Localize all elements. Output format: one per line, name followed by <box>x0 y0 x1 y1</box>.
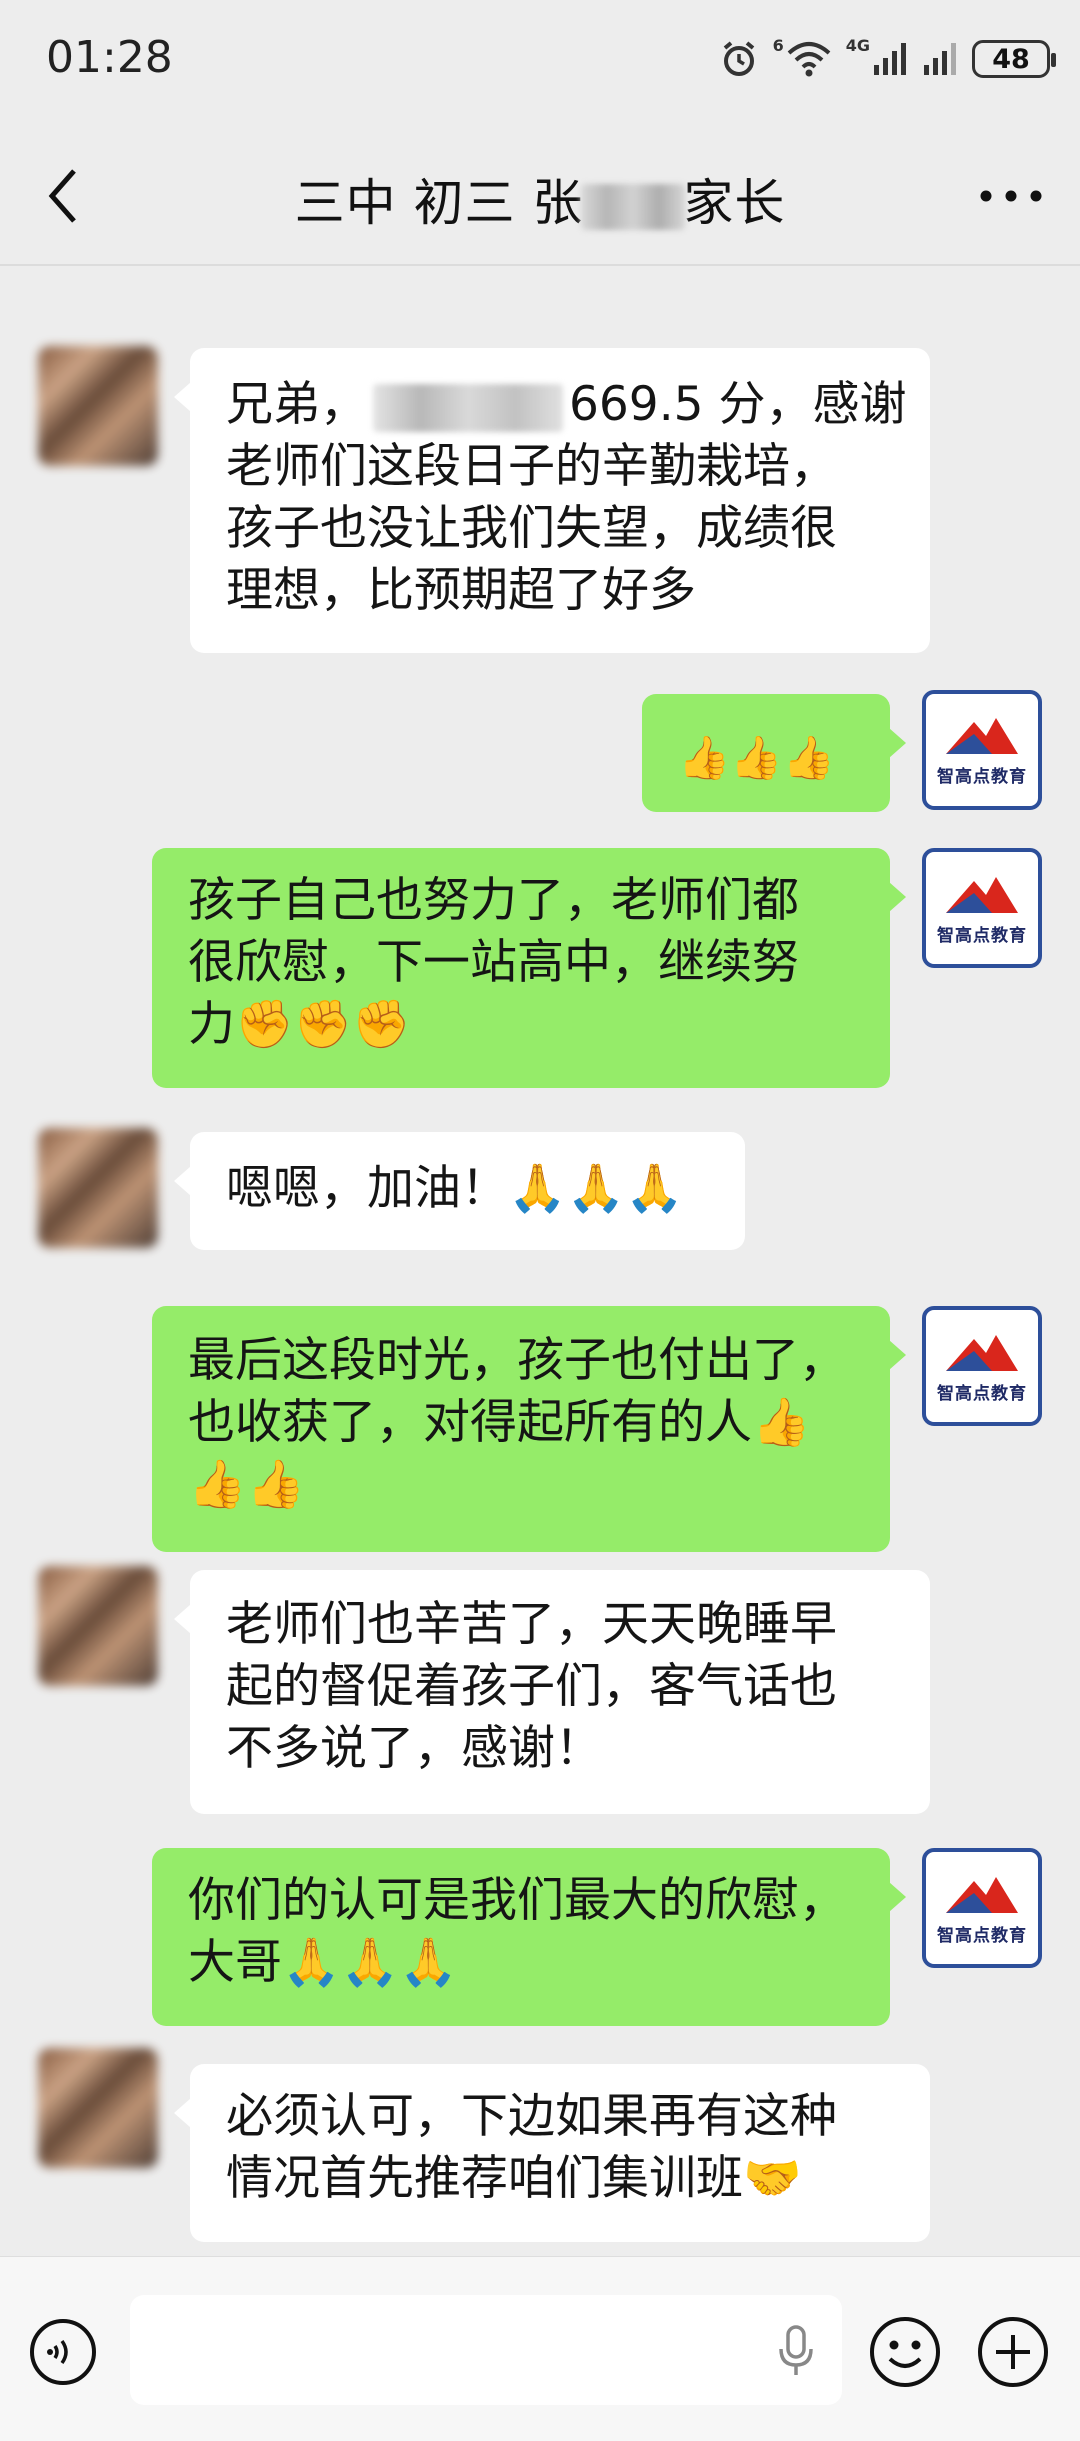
avatar-self[interactable]: 智高点教育 <box>922 1306 1042 1426</box>
plus-icon[interactable] <box>976 2315 1050 2389</box>
network-label: 4G <box>845 36 870 55</box>
logo-name: 智高点教育 <box>937 766 1027 787</box>
battery-indicator: 48 <box>972 40 1056 78</box>
message-row: 兄弟， 669.5 分，感谢 老师们这段日子的辛勤栽培， 孩子也没让我们失望，成绩… <box>0 266 1080 666</box>
message-line: 你们的认可是我们最大的欣慰， <box>188 1873 846 1928</box>
chat-title-prefix: 三中 初三 张 <box>294 174 584 232</box>
status-bar: 01:28 6 4G 48 <box>0 0 1080 125</box>
chat-title-suffix: 家长 <box>683 174 786 232</box>
input-bar <box>0 2256 1080 2441</box>
message-line: 最后这段时光，孩子也付出了， <box>188 1333 846 1388</box>
message-line: 孩子自己也努力了，老师们都 <box>188 873 799 928</box>
message-row: 嗯嗯，加油！🙏🙏🙏 <box>0 1128 1080 1268</box>
message-list[interactable]: 兄弟， 669.5 分，感谢 老师们这段日子的辛勤栽培， 孩子也没让我们失望，成绩… <box>0 266 1080 2256</box>
avatar-other[interactable] <box>38 1128 158 1248</box>
microphone-icon[interactable] <box>776 2323 816 2379</box>
message-line: 也收获了，对得起所有的人👍 <box>188 1395 811 1450</box>
message-line: 大哥🙏🙏🙏 <box>188 1935 458 1990</box>
alarm-icon <box>723 41 754 76</box>
wifi-icon <box>787 42 831 77</box>
message-line: 理想，比预期超了好多 <box>226 563 696 618</box>
message-row: 必须认可，下边如果再有这种 情况首先推荐咱们集训班🤝 <box>0 2048 1080 2248</box>
chevron-left-icon[interactable] <box>40 165 90 227</box>
redacted-name <box>373 383 563 432</box>
avatar-other[interactable] <box>38 2048 158 2168</box>
message-text: 669.5 分，感谢 <box>569 377 907 432</box>
message-bubble[interactable]: 兄弟， 669.5 分，感谢 老师们这段日子的辛勤栽培， 孩子也没让我们失望，成绩… <box>174 348 930 653</box>
avatar-self[interactable]: 智高点教育 <box>922 690 1042 810</box>
logo-mountain-icon <box>946 717 1018 754</box>
message-text: 兄弟， <box>226 377 367 432</box>
message-line: 嗯嗯，加油！🙏🙏🙏 <box>226 1161 684 1216</box>
message-bubble[interactable]: 孩子自己也努力了，老师们都 很欣慰，下一站高中，继续努 力✊✊✊ <box>152 848 906 1088</box>
status-time: 01:28 <box>46 32 173 83</box>
wifi-label: 6 <box>772 36 784 55</box>
emoji-icon[interactable] <box>868 2315 942 2389</box>
message-line: 起的督促着孩子们，客气话也 <box>226 1659 837 1714</box>
message-line: 力✊✊✊ <box>188 997 411 1052</box>
chat-header: 三中 初三 张 家长 <box>0 125 1080 267</box>
avatar-other[interactable] <box>38 1566 158 1686</box>
status-icons: 6 4G 48 <box>719 34 1056 84</box>
logo-mountain-icon <box>946 1876 1018 1913</box>
voice-input-icon[interactable] <box>28 2317 98 2387</box>
logo-mountain-icon <box>946 1334 1018 1371</box>
logo-name: 智高点教育 <box>937 925 1027 946</box>
avatar-self[interactable]: 智高点教育 <box>922 1848 1042 1968</box>
message-line: 👍👍 <box>188 1457 306 1512</box>
message-row: 智高点教育 孩子自己也努力了，老师们都 很欣慰，下一站高中，继续努 力✊✊✊ <box>0 848 1080 1098</box>
message-line: 老师们也辛苦了，天天晚睡早 <box>226 1597 837 1652</box>
signal-icon-1 <box>874 43 906 75</box>
battery-level: 48 <box>992 43 1030 75</box>
avatar-self[interactable]: 智高点教育 <box>922 848 1042 968</box>
chat-title: 三中 初三 张 家长 <box>160 163 920 235</box>
message-row: 智高点教育 你们的认可是我们最大的欣慰， 大哥🙏🙏🙏 <box>0 1848 1080 2038</box>
message-row: 智高点教育 最后这段时光，孩子也付出了， 也收获了，对得起所有的人👍 👍👍 <box>0 1286 1080 1552</box>
message-input[interactable] <box>130 2295 842 2405</box>
more-dots-icon[interactable] <box>976 173 1046 219</box>
redacted-name <box>581 183 686 230</box>
message-row: 老师们也辛苦了，天天晚睡早 起的督促着孩子们，客气话也 不多说了，感谢！ <box>0 1566 1080 1826</box>
message-bubble[interactable]: 嗯嗯，加油！🙏🙏🙏 <box>174 1132 745 1250</box>
message-row: 智高点教育 👍👍👍 <box>0 690 1080 820</box>
message-bubble[interactable]: 👍👍👍 <box>642 694 906 812</box>
message-line: 情况首先推荐咱们集训班🤝 <box>226 2151 802 2206</box>
message-bubble[interactable]: 必须认可，下边如果再有这种 情况首先推荐咱们集训班🤝 <box>174 2064 930 2242</box>
logo-mountain-icon <box>946 876 1018 913</box>
logo-name: 智高点教育 <box>937 1925 1027 1946</box>
message-line: 👍👍👍 <box>678 732 835 782</box>
message-line: 孩子也没让我们失望，成绩很 <box>226 501 837 556</box>
message-line: 老师们这段日子的辛勤栽培， <box>226 439 837 494</box>
message-line: 很欣慰，下一站高中，继续努 <box>188 935 799 990</box>
message-line: 不多说了，感谢！ <box>226 1721 602 1776</box>
logo-name: 智高点教育 <box>937 1383 1027 1404</box>
message-line: 兄弟， 669.5 分，感谢 <box>226 374 907 436</box>
message-bubble[interactable]: 你们的认可是我们最大的欣慰， 大哥🙏🙏🙏 <box>152 1848 906 2026</box>
avatar-other[interactable] <box>38 346 158 466</box>
message-bubble[interactable]: 最后这段时光，孩子也付出了， 也收获了，对得起所有的人👍 👍👍 <box>152 1306 906 1552</box>
signal-icon-2 <box>924 43 956 75</box>
message-bubble[interactable]: 老师们也辛苦了，天天晚睡早 起的督促着孩子们，客气话也 不多说了，感谢！ <box>174 1570 930 1814</box>
message-line: 必须认可，下边如果再有这种 <box>226 2089 837 2144</box>
